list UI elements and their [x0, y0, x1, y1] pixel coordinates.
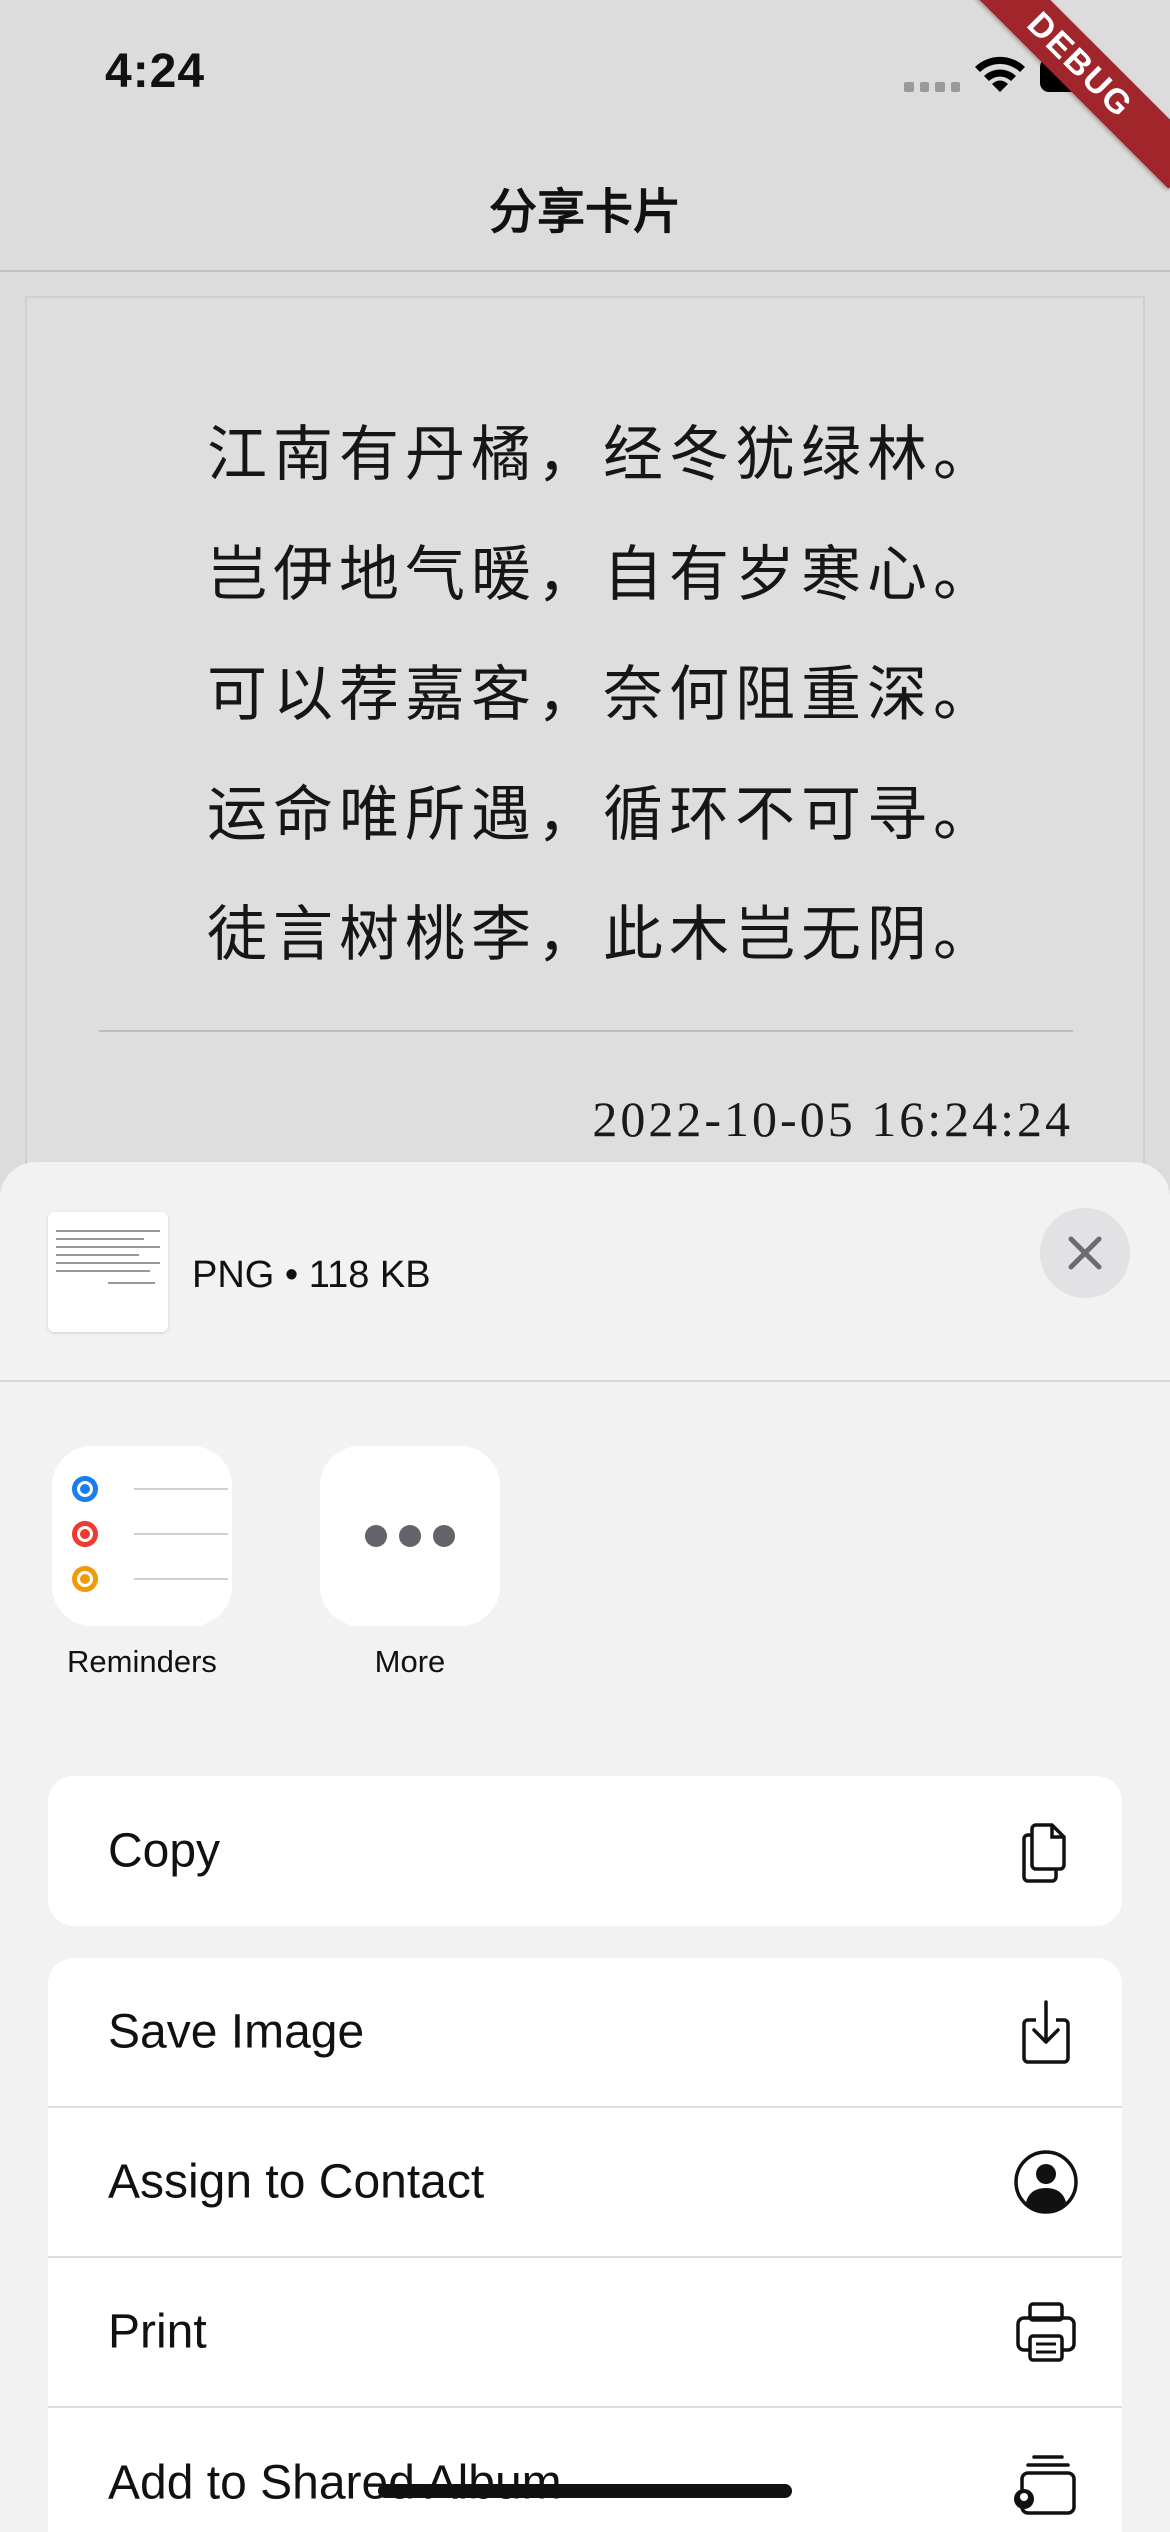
poem-line: 运命唯所遇，循环不可寻。 — [207, 780, 999, 850]
image-thumbnail — [48, 1212, 168, 1332]
card-date: 2022-10-05 16:24:24 — [592, 1091, 1073, 1147]
assign-to-contact-action[interactable]: Assign to Contact — [48, 2108, 1122, 2258]
print-action[interactable]: Print — [48, 2258, 1122, 2408]
page-title: 分享卡片 — [488, 186, 681, 239]
close-button[interactable] — [1040, 1208, 1130, 1298]
action-group-main: Save Image Assign to Contact Print Add t… — [48, 1958, 1122, 2532]
action-label: Print — [108, 2305, 207, 2359]
print-icon — [1016, 2302, 1076, 2362]
close-icon — [1068, 1236, 1102, 1270]
more-apps-label: More — [374, 1644, 446, 1679]
poem-line: 岂伊地气暖，自有岁寒心。 — [207, 540, 999, 610]
copy-icon — [1022, 1823, 1066, 1883]
add-to-shared-album-action[interactable]: Add to Shared Album — [48, 2408, 1122, 2532]
action-label: Save Image — [108, 2005, 365, 2059]
copy-action[interactable]: Copy — [48, 1776, 1122, 1926]
more-icon — [320, 1446, 500, 1626]
share-sheet-header: PNG • 118 KB — [0, 1162, 1170, 1380]
status-time: 4:24 — [105, 45, 206, 98]
poem-line: 江南有丹橘，经冬犹绿林。 — [207, 420, 999, 490]
action-label: Assign to Contact — [108, 2155, 485, 2209]
card-divider — [99, 1030, 1073, 1032]
save-image-action[interactable]: Save Image — [48, 1958, 1122, 2108]
share-sheet: PNG • 118 KB Reminders More Copy Save Im… — [0, 1162, 1170, 2532]
action-group-copy: Copy — [48, 1776, 1122, 1926]
wifi-icon — [975, 56, 1025, 92]
nav-divider — [0, 270, 1170, 272]
poem-line: 可以荐嘉客，奈何阻重深。 — [207, 660, 999, 730]
file-info: PNG • 118 KB — [192, 1254, 431, 1296]
reminders-app-button[interactable] — [52, 1446, 232, 1626]
action-label: Add to Shared Album — [108, 2456, 562, 2510]
home-indicator[interactable] — [378, 2484, 792, 2498]
status-bar: 4:24 — [0, 0, 1170, 150]
header-divider — [0, 1380, 1170, 1382]
share-card: 江南有丹橘，经冬犹绿林。 岂伊地气暖，自有岁寒心。 可以荐嘉客，奈何阻重深。 运… — [25, 296, 1145, 1196]
reminders-app-label: Reminders — [67, 1644, 217, 1679]
poem-line: 徒言树桃李，此木岂无阴。 — [207, 900, 999, 970]
action-label: Copy — [108, 1824, 221, 1878]
more-apps-button[interactable] — [320, 1446, 500, 1626]
contact-icon — [1014, 2150, 1078, 2214]
cellular-signal-icon — [904, 78, 960, 92]
save-image-icon — [1022, 2000, 1070, 2064]
shared-album-icon — [1014, 2455, 1076, 2515]
